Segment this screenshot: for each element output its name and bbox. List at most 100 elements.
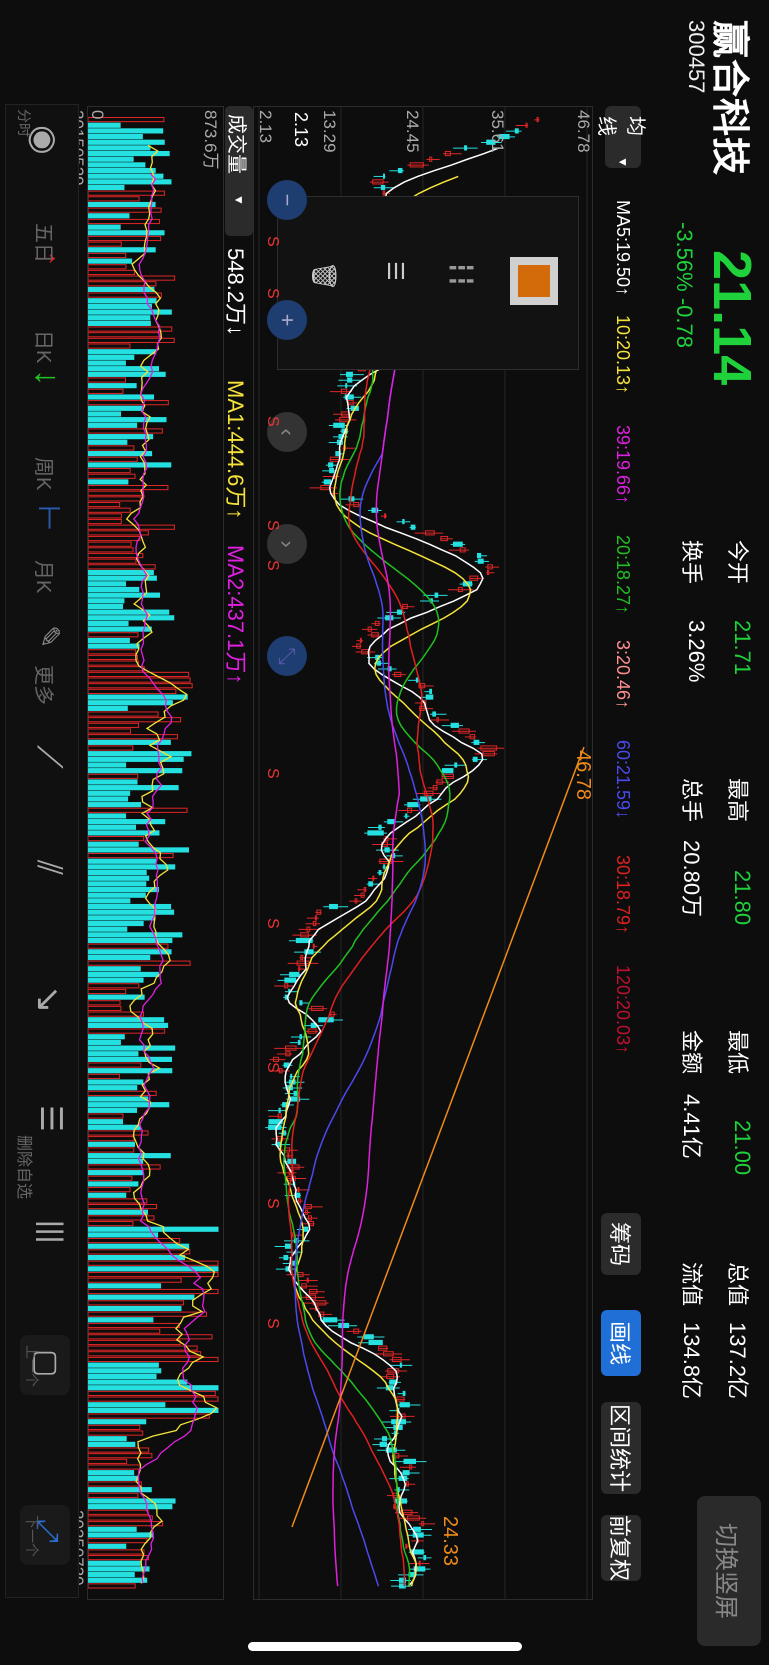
line-style-dashed-icon[interactable]: ┇┇ — [448, 261, 474, 288]
draw-line-button[interactable]: 画线 — [601, 1310, 641, 1376]
period-intraday[interactable]: 分时 — [14, 109, 34, 137]
candle-up — [372, 875, 375, 881]
horizontal-line-icon[interactable]: ⊢ — [31, 505, 66, 531]
volume-bar-down — [88, 1181, 139, 1187]
volume-bar-down — [88, 479, 129, 485]
candle-down — [399, 1362, 402, 1368]
delete-watchlist-button[interactable]: 删除自选 — [14, 1135, 38, 1199]
candle-down — [299, 1034, 303, 1040]
current-price: 21.14 — [702, 250, 762, 386]
volume-bar-down — [88, 881, 147, 887]
arrow-down-icon[interactable]: ↓ — [27, 369, 66, 386]
ma-legend-ma20: 20:18.27↑ — [613, 535, 633, 615]
volume-bar-down — [88, 1209, 149, 1215]
volume-bar-up — [88, 1215, 155, 1221]
candle-down — [415, 677, 419, 683]
volume-bar-up — [88, 1237, 181, 1244]
prev-stock-button[interactable]: ▢ 上一个 — [20, 1335, 70, 1395]
adjust-button[interactable]: 前复权 — [601, 1515, 641, 1581]
volume-bar-up — [88, 649, 137, 655]
volume-bar-down — [88, 1317, 154, 1323]
ma-selector-button[interactable]: 均线 ▼ — [595, 106, 646, 168]
period-daily[interactable]: 日K — [31, 330, 60, 363]
signal-s-marker: S — [264, 416, 281, 427]
fibonacci-icon[interactable]: ☰ — [33, 1105, 68, 1132]
stat-value-float-value: 134.8亿 — [679, 1322, 704, 1400]
stat-label-amount: 金额 — [679, 1030, 704, 1075]
chevron-down-icon: ▼ — [616, 156, 630, 168]
high-price-marker: 46.78 — [572, 750, 594, 801]
volume-chart-area[interactable] — [87, 106, 224, 1600]
volume-bar-up — [88, 1430, 144, 1436]
trash-icon[interactable]: 🗑 — [309, 261, 338, 291]
volume-zero-label: 0 — [88, 110, 107, 120]
shrink-icon[interactable]: ⤡ — [267, 636, 307, 676]
minus-icon[interactable]: − — [267, 180, 307, 220]
volume-bar-up — [88, 688, 177, 694]
candle-down — [413, 1526, 421, 1532]
period-monthly[interactable]: 月K — [31, 560, 60, 593]
volume-bar-up — [88, 564, 156, 570]
candle-down — [452, 541, 463, 547]
volume-bar-up — [88, 711, 159, 717]
stat-value-volume: 20.80万 — [679, 840, 704, 918]
volume-chart[interactable] — [88, 107, 223, 1599]
y-axis-label-min: 2.13 — [256, 110, 275, 144]
volume-bar-down — [88, 1294, 195, 1300]
home-indicator — [248, 1642, 522, 1651]
volume-indicator-button[interactable]: 成交量 ▼ — [225, 106, 253, 236]
volume-bar-down — [88, 1266, 219, 1272]
volume-bar-down — [88, 762, 127, 768]
chips-button[interactable]: 筹码 — [601, 1213, 641, 1275]
period-weekly[interactable]: 周K — [31, 457, 60, 490]
signal-s-marker: S — [264, 288, 281, 299]
volume-bar-down — [88, 1056, 173, 1062]
volume-bar-down — [88, 903, 172, 910]
volume-bar-down — [88, 184, 125, 191]
candle-down — [346, 371, 353, 377]
candle-down — [423, 1555, 427, 1561]
ray-line-icon[interactable]: ↘ — [28, 985, 68, 1014]
volume-bar-down — [88, 705, 128, 711]
candle-up — [287, 1153, 290, 1159]
price-change: -3.56% -0.78 — [672, 222, 697, 348]
volume-bar-down — [88, 162, 146, 168]
volume-bar-up — [88, 1277, 182, 1283]
volume-bar-down — [88, 417, 167, 423]
stat-value-total-value: 137.2亿 — [725, 1322, 750, 1400]
volume-bar-down — [88, 411, 122, 417]
period-more[interactable]: 更多 — [31, 665, 60, 705]
line-style-solid-icon[interactable]: ☰ — [382, 261, 408, 281]
stat-value-high: 21.80 — [730, 870, 755, 926]
volume-bar-up — [88, 1583, 136, 1589]
candle-down — [322, 1317, 338, 1323]
volume-bar-down — [88, 1368, 162, 1374]
volume-bar-down — [88, 383, 137, 389]
volume-bar-down — [88, 224, 121, 230]
plus-icon[interactable]: + — [267, 300, 307, 340]
candle-down — [402, 1470, 410, 1476]
prev-stock-label: 上一个 — [24, 1345, 40, 1387]
volume-bar-down — [88, 864, 176, 870]
color-picker-button[interactable] — [510, 257, 558, 305]
next-stock-button[interactable]: ⤢ 下一个 — [20, 1505, 70, 1565]
period-5day[interactable]: 五日 — [31, 223, 60, 263]
pen-icon[interactable]: ✎ — [33, 625, 66, 648]
parallel-line-icon[interactable]: ⫽ — [29, 860, 68, 875]
range-stats-button[interactable]: 区间统计 — [601, 1402, 641, 1494]
volume-bar-up — [88, 485, 169, 491]
volume-bar-up — [88, 269, 135, 276]
volume-bar-up — [88, 1300, 185, 1306]
next-stock-label: 下一个 — [24, 1515, 40, 1557]
candle-down — [476, 552, 482, 559]
candle-down — [363, 1334, 374, 1340]
candle-down — [329, 468, 335, 474]
candle-down — [290, 1073, 293, 1079]
vertical-lines-icon[interactable]: ||| — [34, 1220, 68, 1243]
volume-bar-down — [88, 615, 175, 621]
candle-down — [454, 762, 458, 768]
segment-line-icon[interactable]: ⟋ — [29, 745, 68, 769]
switch-portrait-button[interactable]: 切换竖屏 — [697, 1496, 761, 1646]
stat-value-low: 21.00 — [730, 1120, 755, 1176]
volume-bar-down — [88, 1096, 149, 1102]
